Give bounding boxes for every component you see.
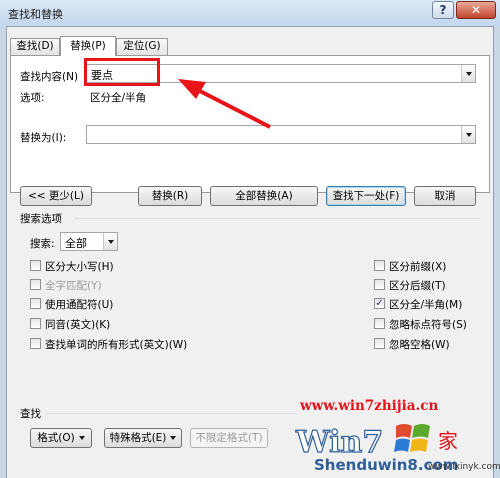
annotation-arrow-shaft xyxy=(193,86,271,129)
tab-replace[interactable]: 替换(P) xyxy=(60,36,116,56)
watermark-logo-home: 家 xyxy=(438,429,458,453)
watermark-logo-w: Win7 xyxy=(295,425,383,460)
watermark-site: www.lxinyk.com xyxy=(428,462,500,472)
windows-flag-icon xyxy=(394,424,430,452)
annotation-arrow-head xyxy=(178,79,206,99)
